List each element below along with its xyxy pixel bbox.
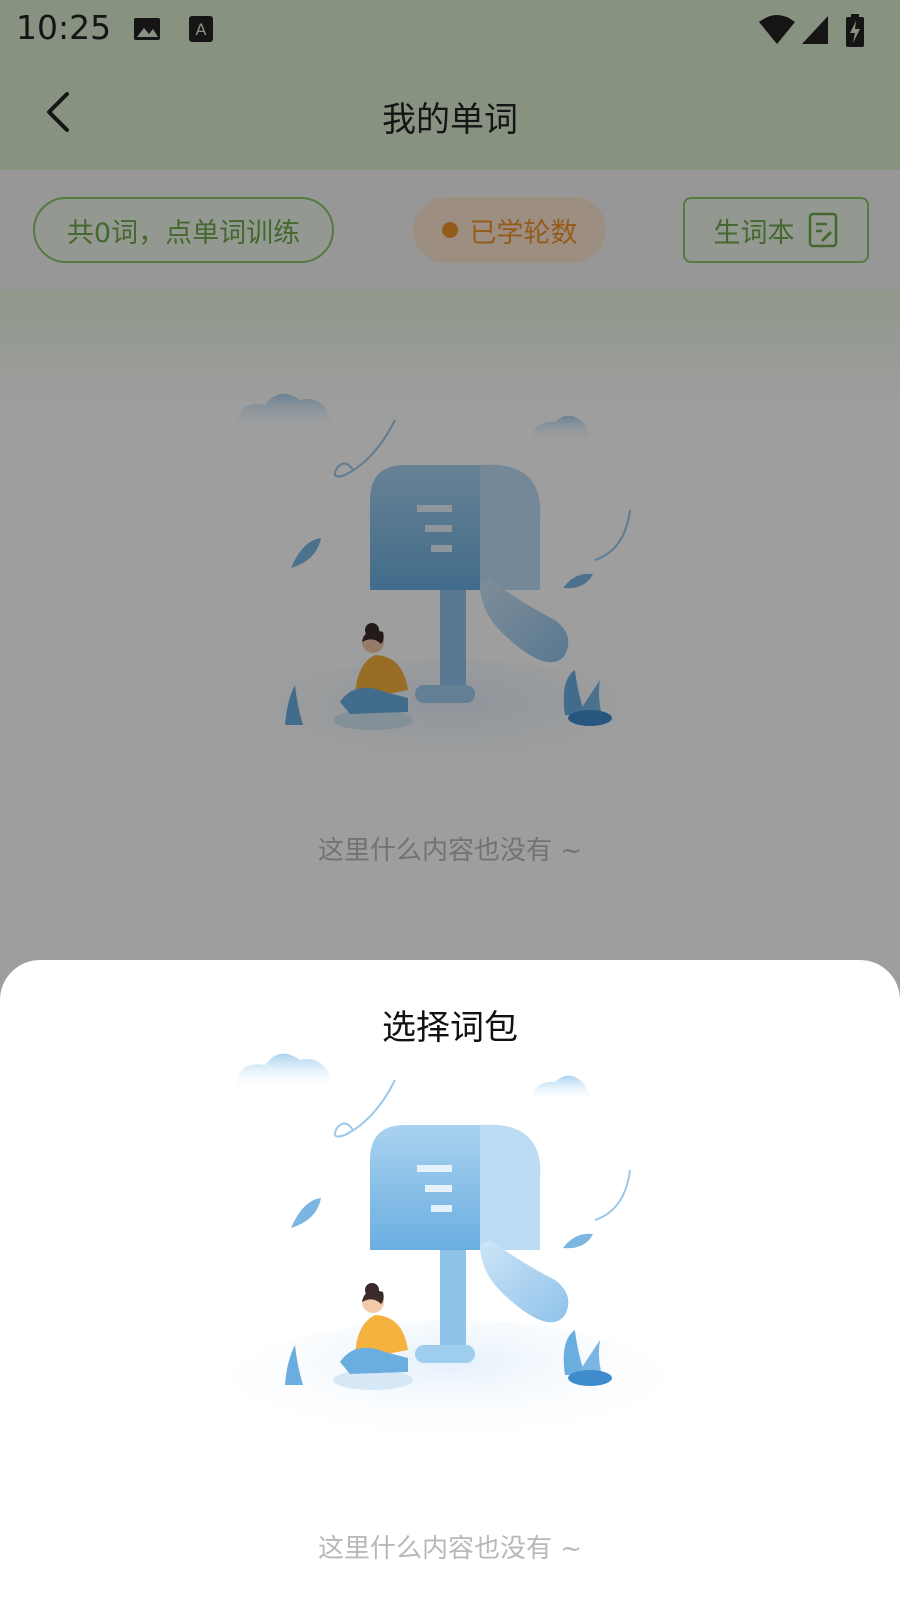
word-pack-bottom-sheet: 选择词包 这里什么内容也没有 ~: [0, 960, 900, 1600]
my-words-page: 10:25 A 我的单词 共0词，点单词训练 已学轮数 生词本 这里什么内容也没…: [0, 0, 900, 1600]
mailbox-empty-illustration: [225, 1052, 675, 1460]
sheet-empty-message: 这里什么内容也没有 ~: [317, 1534, 583, 1564]
